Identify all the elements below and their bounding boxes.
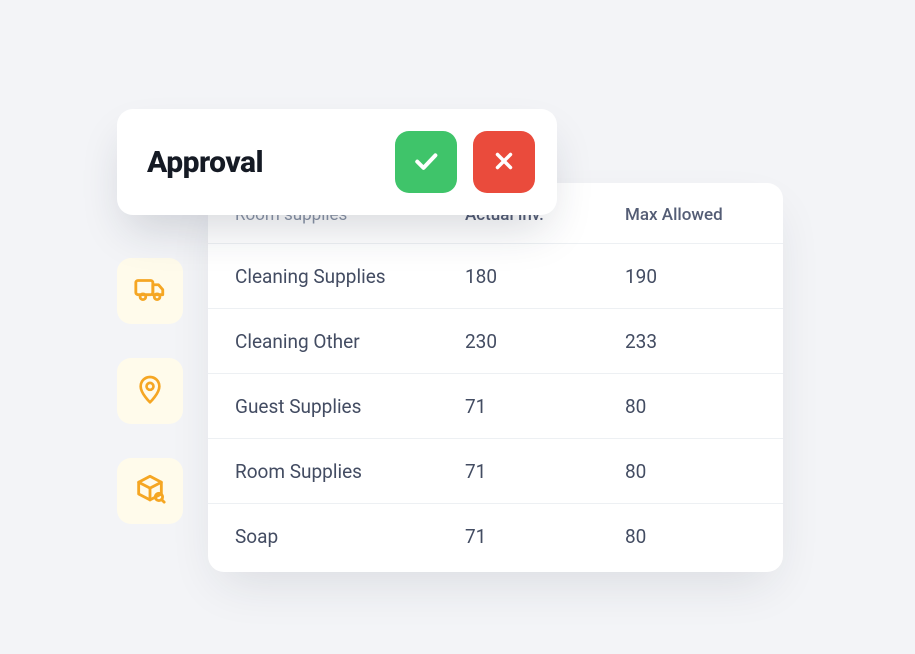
table-row: Cleaning Supplies 180 190 bbox=[208, 243, 783, 308]
cell-actual: 71 bbox=[465, 397, 625, 416]
cell-actual: 71 bbox=[465, 527, 625, 546]
table-row: Soap 71 80 bbox=[208, 503, 783, 568]
cell-max: 80 bbox=[625, 397, 753, 416]
cell-name: Soap bbox=[235, 527, 465, 546]
cell-name: Guest Supplies bbox=[235, 397, 465, 416]
approve-button[interactable] bbox=[395, 131, 457, 193]
cell-max: 190 bbox=[625, 267, 753, 286]
map-pin-icon bbox=[134, 373, 166, 409]
nav-tile-location[interactable] bbox=[117, 358, 183, 424]
approval-title: Approval bbox=[147, 145, 379, 180]
package-search-icon bbox=[133, 472, 167, 510]
table-row: Cleaning Other 230 233 bbox=[208, 308, 783, 373]
check-icon bbox=[411, 146, 441, 179]
cell-name: Room Supplies bbox=[235, 462, 465, 481]
cell-max: 80 bbox=[625, 527, 753, 546]
reject-button[interactable] bbox=[473, 131, 535, 193]
close-icon bbox=[491, 148, 517, 177]
nav-tile-delivery[interactable] bbox=[117, 258, 183, 324]
cell-name: Cleaning Supplies bbox=[235, 267, 465, 286]
col-header-max: Max Allowed bbox=[625, 207, 753, 224]
truck-icon bbox=[133, 272, 167, 310]
approval-card: Approval bbox=[117, 109, 557, 215]
cell-max: 80 bbox=[625, 462, 753, 481]
cell-actual: 180 bbox=[465, 267, 625, 286]
supplies-table-card: Room supplies Actual inv. Max Allowed Cl… bbox=[208, 183, 783, 572]
table-row: Room Supplies 71 80 bbox=[208, 438, 783, 503]
table-row: Guest Supplies 71 80 bbox=[208, 373, 783, 438]
cell-actual: 230 bbox=[465, 332, 625, 351]
nav-tile-inventory[interactable] bbox=[117, 458, 183, 524]
cell-actual: 71 bbox=[465, 462, 625, 481]
cell-max: 233 bbox=[625, 332, 753, 351]
cell-name: Cleaning Other bbox=[235, 332, 465, 351]
